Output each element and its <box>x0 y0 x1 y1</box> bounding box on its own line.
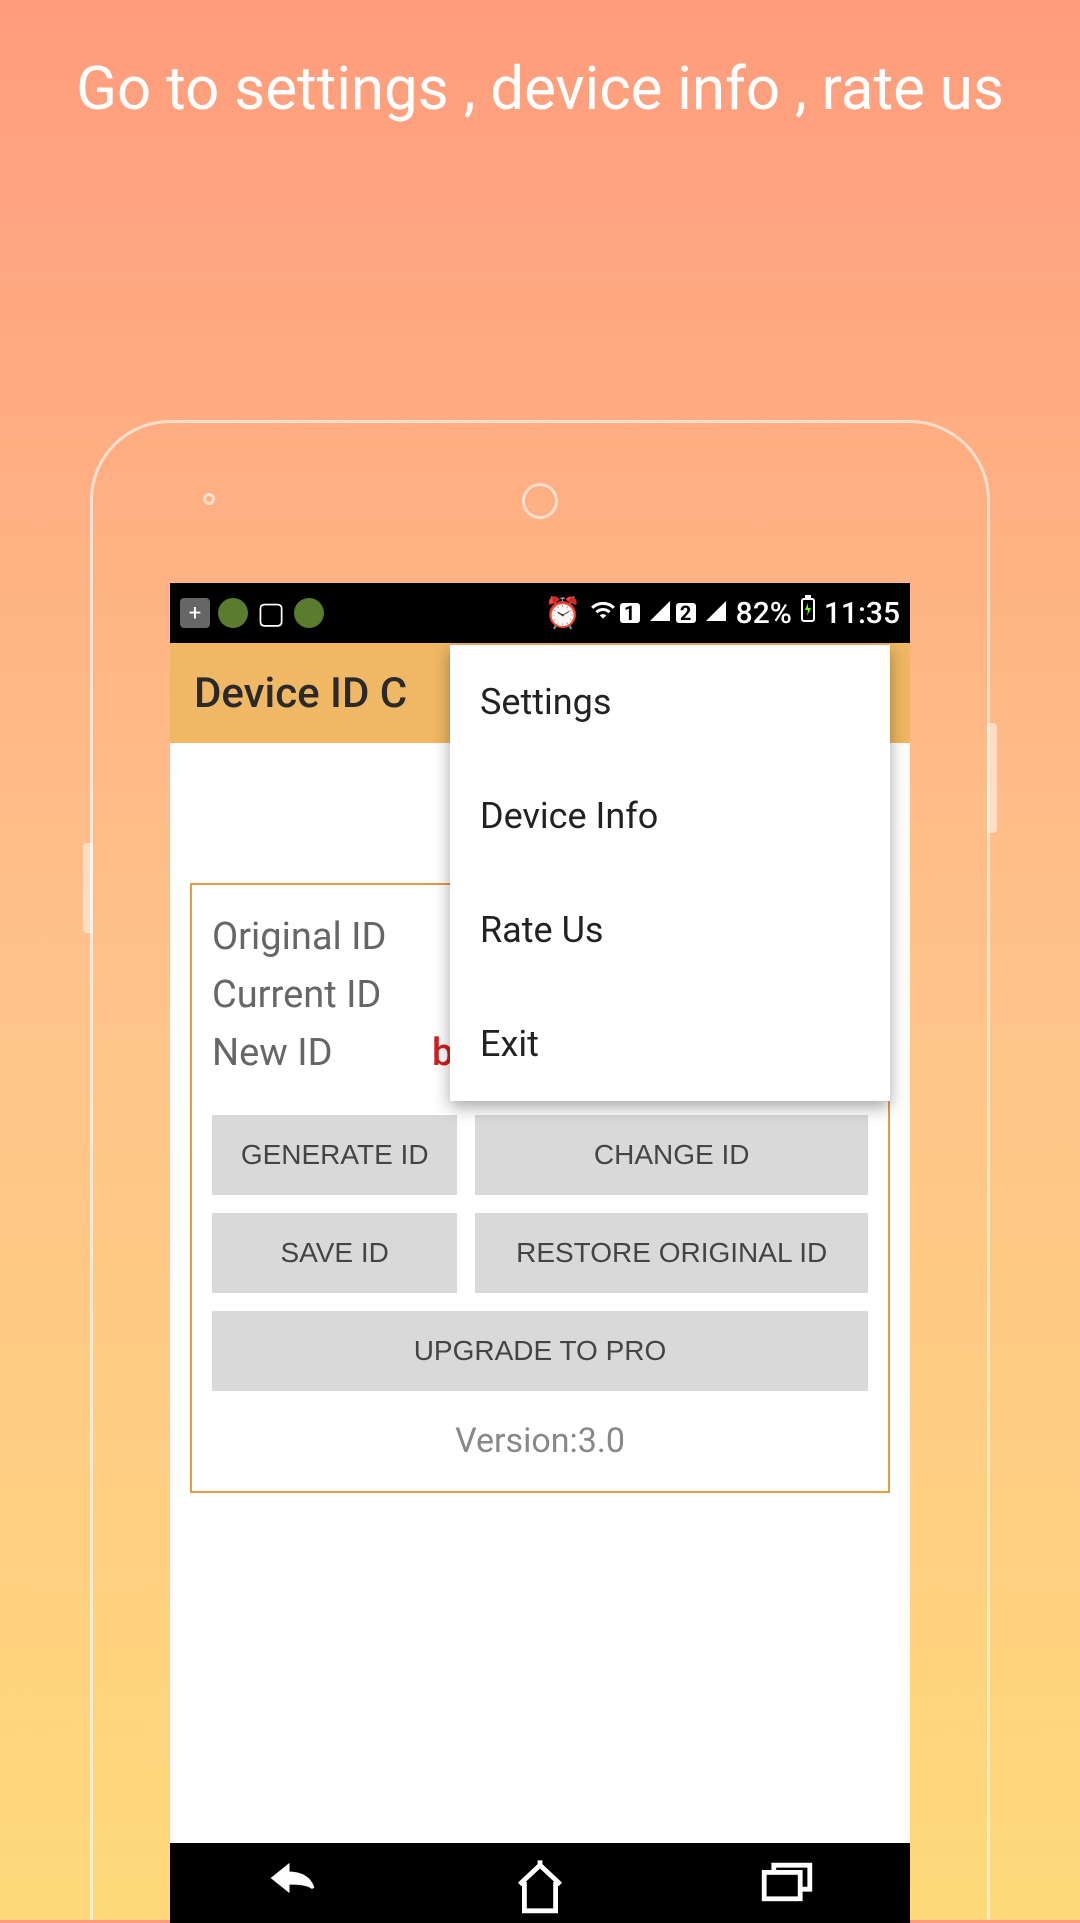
sim1-badge: 1 <box>620 603 640 623</box>
battery-icon <box>800 595 816 631</box>
generate-id-button[interactable]: GENERATE ID <box>212 1115 457 1195</box>
phone-side-decor <box>83 843 93 933</box>
version-label: Version:3.0 <box>212 1421 868 1461</box>
sim2-badge: 2 <box>676 603 696 623</box>
save-id-button[interactable]: SAVE ID <box>212 1213 457 1293</box>
phone-camera-decor <box>203 493 215 505</box>
sync-icon <box>294 598 324 628</box>
button-grid: GENERATE ID CHANGE ID SAVE ID RESTORE OR… <box>212 1115 868 1391</box>
status-right: ⏰ 1 2 82% 11:35 <box>544 595 900 631</box>
recents-icon[interactable] <box>757 1858 817 1908</box>
phone-frame: + ▢ ⏰ 1 2 82% <box>90 420 990 1920</box>
current-id-label: Current ID <box>212 973 432 1017</box>
home-icon[interactable] <box>510 1858 570 1908</box>
battery-percent: 82% <box>736 596 792 631</box>
back-icon[interactable] <box>263 1858 323 1908</box>
promo-title: Go to settings , device info , rate us <box>0 0 1080 158</box>
phone-side-decor-2 <box>987 723 997 833</box>
menu-item-exit[interactable]: Exit <box>450 987 890 1101</box>
status-left: + ▢ <box>180 598 324 628</box>
change-id-button[interactable]: CHANGE ID <box>475 1115 868 1195</box>
menu-item-rate-us[interactable]: Rate Us <box>450 873 890 987</box>
app-status-icon <box>218 598 248 628</box>
plus-icon: + <box>180 598 210 628</box>
image-icon: ▢ <box>256 598 286 628</box>
upgrade-pro-button[interactable]: UPGRADE TO PRO <box>212 1311 868 1391</box>
signal-icon-2 <box>704 596 728 631</box>
original-id-label: Original ID <box>212 915 432 959</box>
signal-icon-1 <box>648 596 672 631</box>
app-title: Device ID C <box>194 669 407 718</box>
wifi-icon <box>590 596 616 631</box>
restore-id-button[interactable]: RESTORE ORIGINAL ID <box>475 1213 868 1293</box>
status-bar: + ▢ ⏰ 1 2 82% <box>170 583 910 643</box>
navigation-bar <box>170 1843 910 1923</box>
overflow-menu: Settings Device Info Rate Us Exit <box>450 645 890 1101</box>
menu-item-settings[interactable]: Settings <box>450 645 890 759</box>
new-id-label: New ID <box>212 1031 432 1075</box>
menu-item-device-info[interactable]: Device Info <box>450 759 890 873</box>
status-clock: 11:35 <box>824 596 900 631</box>
app-screenshot: + ▢ ⏰ 1 2 82% <box>170 583 910 1923</box>
phone-speaker-decor <box>522 483 558 519</box>
alarm-icon: ⏰ <box>544 596 581 631</box>
